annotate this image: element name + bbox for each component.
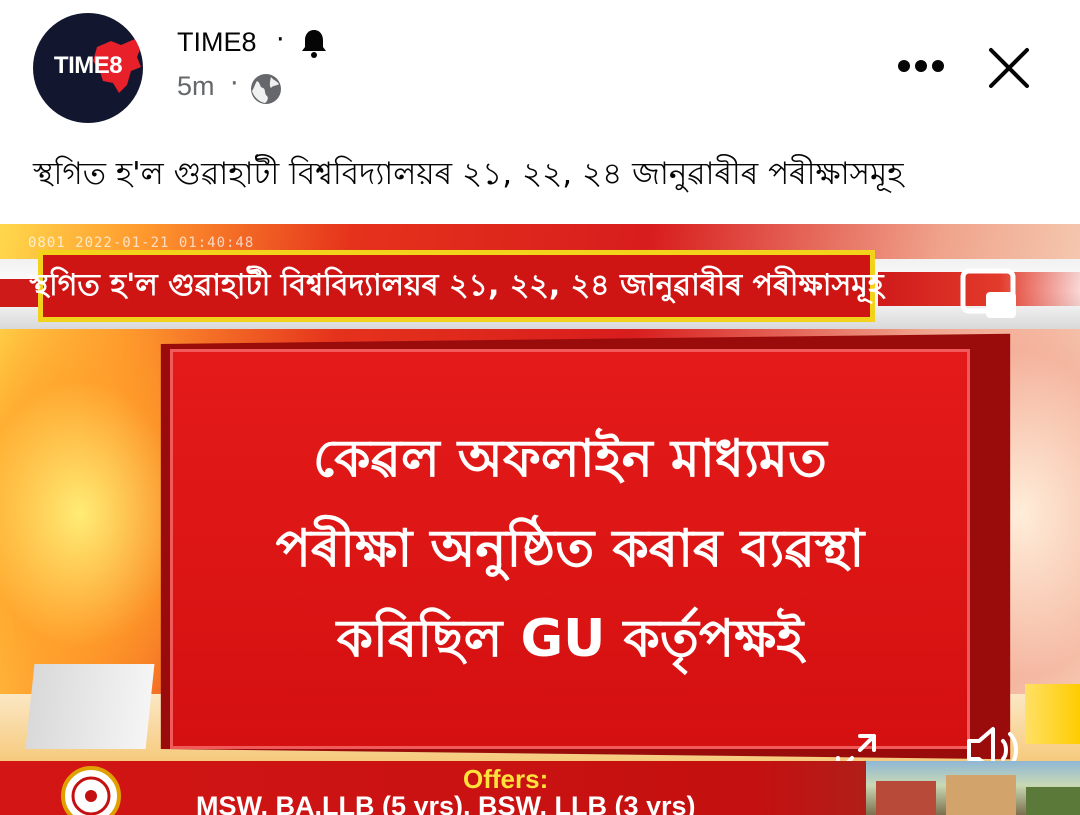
university-logo-icon: [61, 766, 121, 815]
news-board: কেৱল অফলাইন মাধ্যমত পৰীক্ষা অনুষ্ঠিত কৰা…: [170, 349, 970, 749]
campus-photo: [866, 761, 1080, 815]
post-video[interactable]: 0801 2022-01-21 01:40:48 স্থগিত হ'ল গুৱা…: [0, 224, 1080, 815]
board-line: পৰীক্ষা অনুষ্ঠিত কৰাৰ ব্যৱস্থা: [275, 519, 865, 579]
globe-icon: [251, 74, 281, 104]
avatar-brand-text: TIME8: [53, 52, 123, 79]
ad-courses-text: MSW, BA.LLB (5 yrs), BSW, LLB (3 yrs): [196, 791, 696, 815]
stage-decoration: [25, 664, 155, 749]
more-options-icon[interactable]: [897, 55, 945, 77]
picture-in-picture-icon[interactable]: [960, 268, 1018, 320]
page-avatar[interactable]: TIME8: [33, 13, 143, 123]
video-timestamp: 0801 2022-01-21 01:40:48: [28, 235, 255, 251]
stage-decoration: [1025, 684, 1080, 744]
bell-icon[interactable]: [298, 27, 330, 59]
post-time[interactable]: 5m: [177, 71, 215, 102]
close-icon[interactable]: [985, 44, 1033, 92]
board-line: কৰিছিল GU কৰ্তৃপক্ষই: [336, 609, 804, 669]
separator-dot: ·: [230, 68, 239, 99]
post-caption: স্থগিত হ'ল গুৱাহাটী বিশ্ববিদ্যালয়ৰ ২১, …: [33, 156, 904, 192]
headline-banner: স্থগিত হ'ল গুৱাহাটী বিশ্ববিদ্যালয়ৰ ২১, …: [29, 250, 884, 322]
separator-dot: ·: [276, 24, 285, 55]
headline-text: স্থগিত হ'ল গুৱাহাটী বিশ্ববিদ্যালয়ৰ ২১, …: [29, 267, 884, 303]
board-line: কেৱল অফলাইন মাধ্যমত: [313, 429, 827, 489]
page-name-link[interactable]: TIME8: [177, 27, 257, 58]
